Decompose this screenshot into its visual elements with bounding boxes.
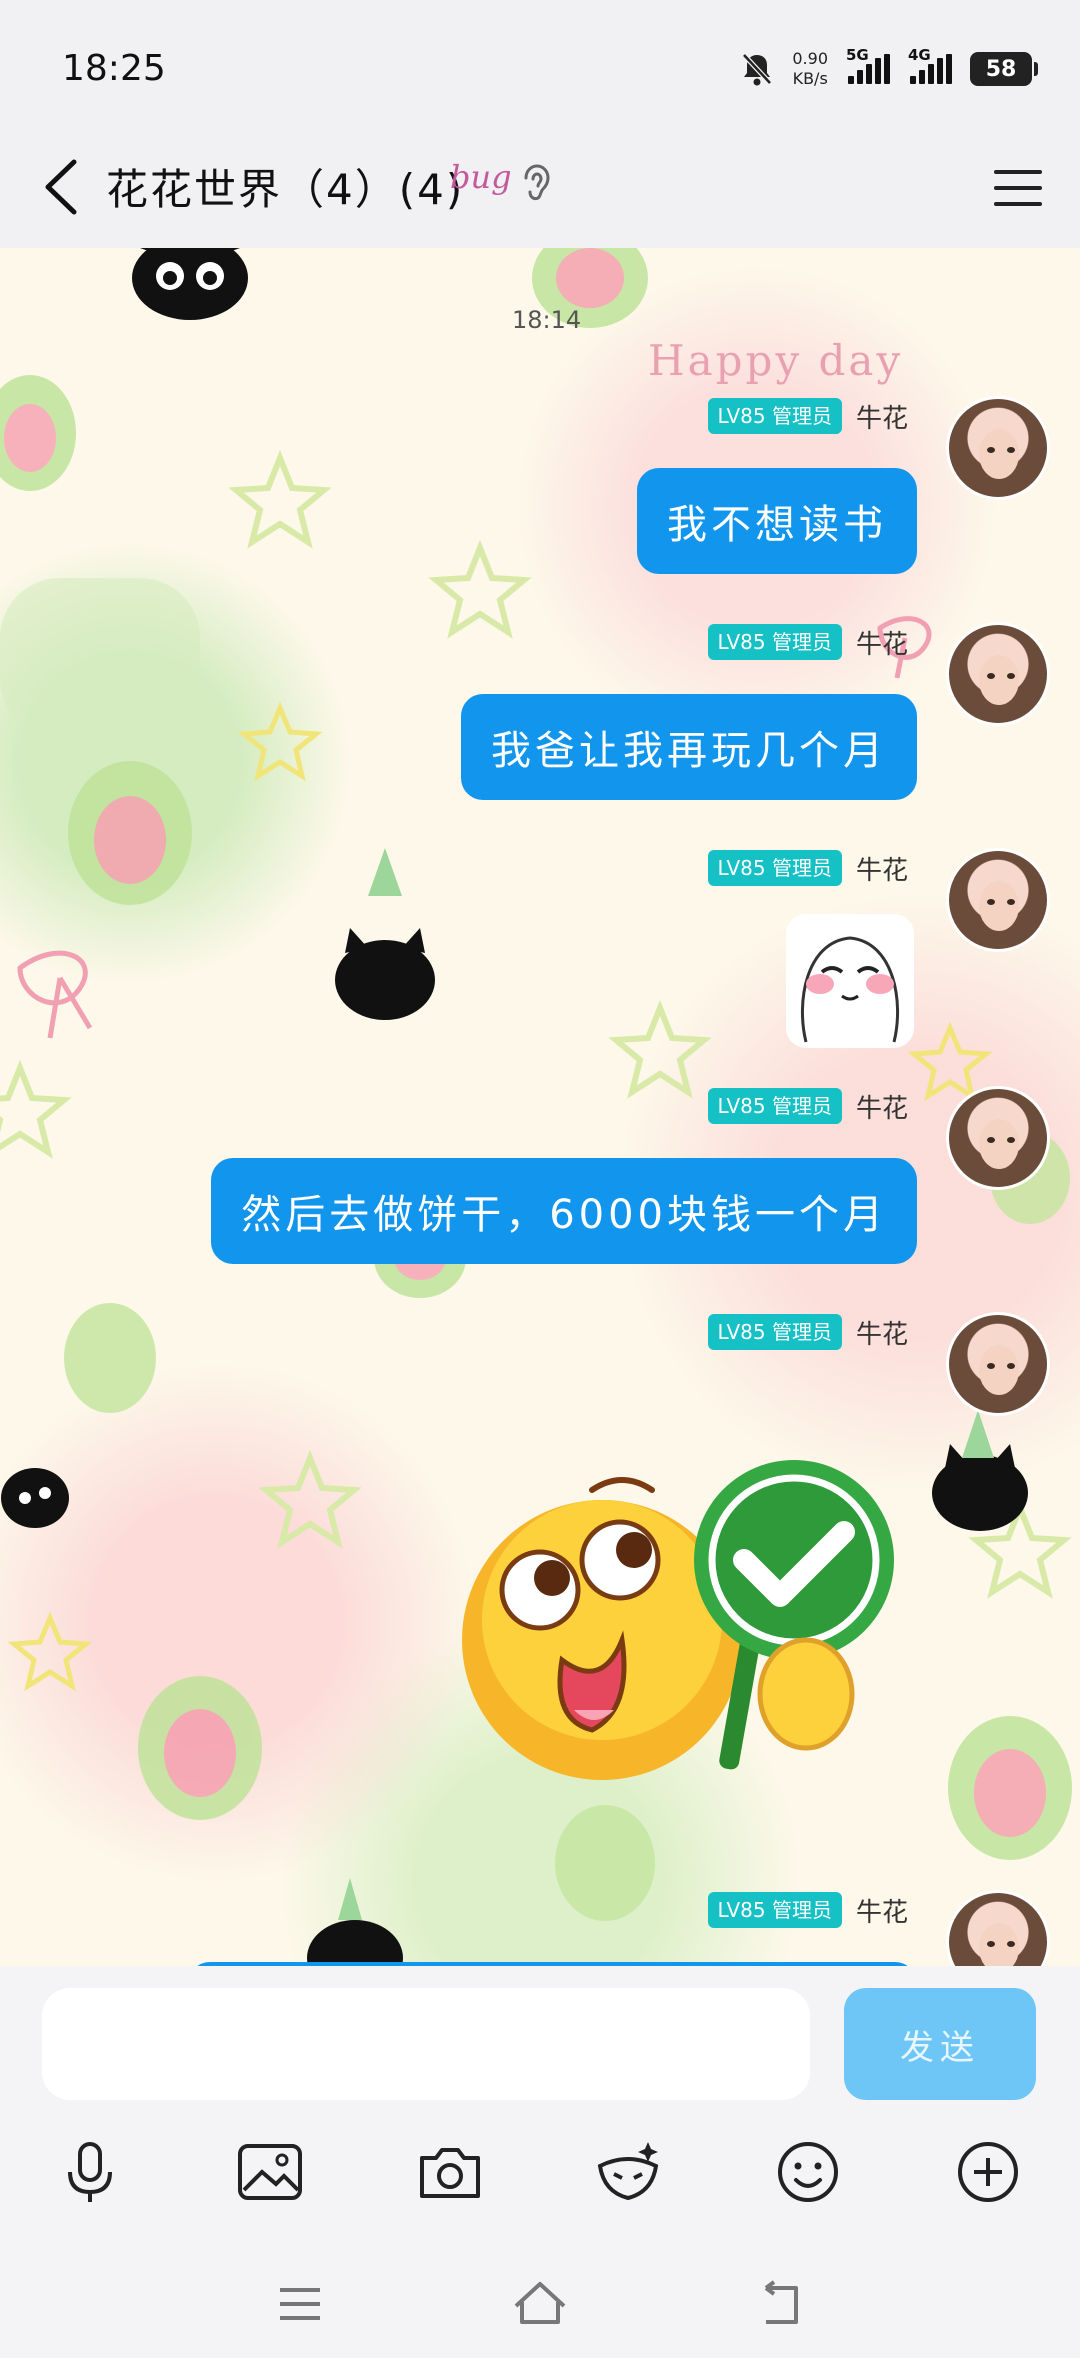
level-badge: LV85 管理员 <box>707 398 842 434</box>
message-input[interactable] <box>42 1988 810 2100</box>
home-icon[interactable] <box>512 2276 568 2332</box>
magic-icon[interactable] <box>592 2136 664 2208</box>
level-badge: LV85 管理员 <box>707 850 842 886</box>
chat-toolbar <box>0 2122 1080 2258</box>
avatar[interactable] <box>946 848 1050 952</box>
level-badge: LV85 管理员 <box>707 1314 842 1350</box>
sender-name: 牛花 <box>855 855 908 886</box>
system-navigation-bar <box>0 2258 1080 2358</box>
message-header: LV85 管理员 牛花 <box>707 622 908 662</box>
mute-bell-icon <box>742 53 773 86</box>
message-composer: 发送 <box>0 1966 1080 2122</box>
level-badge: LV85 管理员 <box>707 1088 842 1124</box>
menu-icon[interactable] <box>272 2276 328 2332</box>
send-button[interactable]: 发送 <box>844 1988 1036 2100</box>
blushing-face-sticker[interactable] <box>786 914 914 1048</box>
group-title[interactable]: 花花世界（4）(4) <box>106 156 464 217</box>
status-bar: 18:25 0.90 KB/s 5G 4G 58 <box>0 0 1080 130</box>
emoji-icon[interactable] <box>772 2136 844 2208</box>
sender-name: 牛花 <box>855 1319 908 1350</box>
sender-name: 牛花 <box>855 403 908 434</box>
battery-indicator: 58 <box>970 52 1038 86</box>
signal-4g: 4G <box>908 46 952 84</box>
message-bubble[interactable]: 然后去做饼干，6000块钱一个月 <box>211 1158 917 1264</box>
level-badge: LV85 管理员 <box>707 624 842 660</box>
message-header: LV85 管理员 牛花 <box>707 1890 908 1930</box>
status-time: 18:25 <box>62 48 166 89</box>
avatar[interactable] <box>946 396 1050 500</box>
avatar[interactable] <box>946 622 1050 726</box>
level-badge: LV85 管理员 <box>707 1892 842 1928</box>
background-happy-day-text: Happy day <box>648 336 904 385</box>
message-bubble[interactable]: 我爸让我再玩几个月 <box>461 694 917 800</box>
sender-name: 牛花 <box>855 1897 908 1928</box>
message-header: LV85 管理员 牛花 <box>707 848 908 888</box>
group-badge: bug <box>450 158 512 196</box>
signal-5g: 5G <box>846 46 890 84</box>
back-icon[interactable] <box>752 2276 808 2332</box>
avatar[interactable] <box>946 1312 1050 1416</box>
message-bubble[interactable]: 我不想读书 <box>637 468 917 574</box>
back-arrow-icon[interactable] <box>34 152 94 222</box>
avatar[interactable] <box>946 1890 1050 1966</box>
plus-icon[interactable] <box>952 2136 1024 2208</box>
blushing-face-icon <box>800 936 900 1043</box>
avatar[interactable] <box>946 1086 1050 1190</box>
image-icon[interactable] <box>234 2136 306 2208</box>
sender-name: 牛花 <box>855 629 908 660</box>
net-speed: 0.90 KB/s <box>792 49 828 88</box>
message-timestamp: 18:14 <box>512 306 582 334</box>
sender-name: 牛花 <box>855 1093 908 1124</box>
emoji-ok-sign-sticker[interactable] <box>462 1460 902 1800</box>
chat-area[interactable]: 18:14 Happy day LV85 管理员 牛花 我不想读书 LV85 管… <box>0 248 1080 1966</box>
microphone-icon[interactable] <box>54 2136 126 2208</box>
ear-icon[interactable] <box>520 160 554 204</box>
message-header: LV85 管理员 牛花 <box>707 396 908 436</box>
status-indicators: 0.90 KB/s 5G 4G 58 <box>740 44 1038 94</box>
message-header: LV85 管理员 牛花 <box>707 1086 908 1126</box>
chat-header: 花花世界（4）(4) bug <box>0 130 1080 248</box>
hamburger-menu-icon[interactable] <box>990 160 1046 216</box>
message-header: LV85 管理员 牛花 <box>707 1312 908 1352</box>
camera-icon[interactable] <box>414 2136 486 2208</box>
